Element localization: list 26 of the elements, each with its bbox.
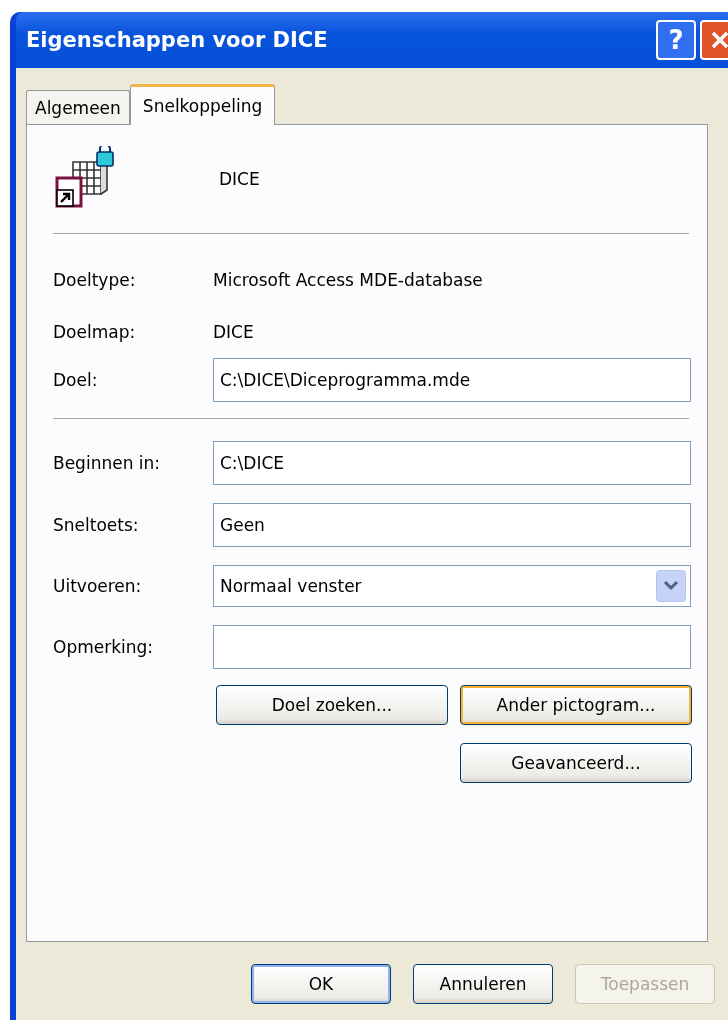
window-title: Eigenschappen voor DICE bbox=[26, 28, 328, 52]
tab[interactable]: Algemeen bbox=[26, 90, 130, 124]
dialog-button[interactable]: OK bbox=[251, 964, 391, 1004]
field-label: Sneltoets: bbox=[53, 515, 140, 535]
shortcut-name: DICE bbox=[219, 169, 260, 189]
action-button[interactable]: Ander pictogram... bbox=[460, 685, 692, 725]
field-value: DICE bbox=[213, 322, 254, 342]
action-button[interactable]: Doel zoeken... bbox=[216, 685, 448, 725]
input-field[interactable] bbox=[213, 625, 691, 669]
input-field[interactable]: Geen bbox=[213, 503, 691, 547]
target-field[interactable]: C:\DICE\Diceprogramma.mde bbox=[213, 358, 691, 402]
field-label: Uitvoeren: bbox=[53, 576, 143, 596]
dropdown[interactable]: Normaal venster bbox=[213, 565, 691, 607]
field-label: Beginnen in: bbox=[53, 453, 162, 473]
field-label: Doeltype: bbox=[53, 270, 137, 290]
field-label: Doelmap: bbox=[53, 322, 137, 342]
field-value: Microsoft Access MDE-database bbox=[213, 270, 483, 290]
close-icon bbox=[709, 29, 728, 51]
input-field[interactable]: C:\DICE bbox=[213, 441, 691, 485]
field-label: Doel: bbox=[53, 370, 99, 390]
field-label: Opmerking: bbox=[53, 637, 155, 657]
tab[interactable]: Snelkoppeling bbox=[129, 84, 276, 125]
close-button[interactable] bbox=[700, 20, 728, 60]
help-button[interactable]: ? bbox=[656, 20, 696, 60]
dialog-button[interactable]: Annuleren bbox=[413, 964, 553, 1004]
action-button[interactable]: Geavanceerd... bbox=[460, 743, 692, 783]
